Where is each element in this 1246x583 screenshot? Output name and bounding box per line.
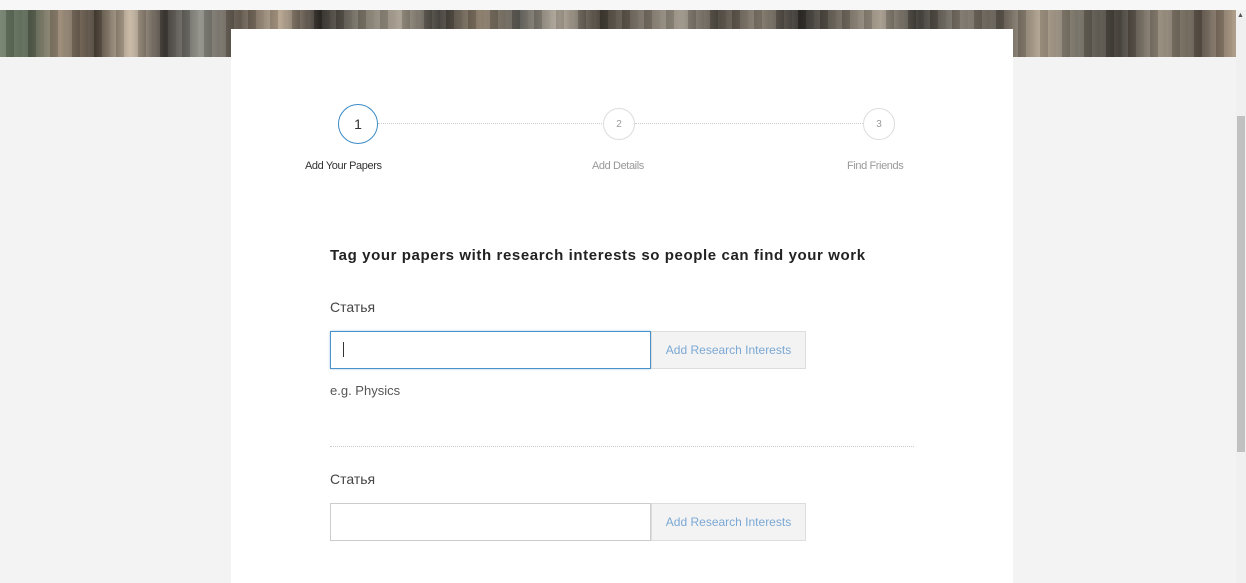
step-3-circle: 3 xyxy=(863,108,895,140)
scrollbar[interactable]: ▲ xyxy=(1236,10,1246,583)
top-bar xyxy=(0,0,1246,10)
divider xyxy=(330,446,914,447)
input-hint: e.g. Physics xyxy=(330,383,401,398)
research-interest-input[interactable] xyxy=(330,331,651,369)
step-1-label: Add Your Papers xyxy=(305,160,382,172)
step-connector xyxy=(635,123,863,124)
page-heading: Tag your papers with research interests … xyxy=(330,247,866,264)
add-research-interests-button[interactable]: Add Research Interests xyxy=(651,503,806,541)
research-interest-input[interactable] xyxy=(330,503,651,541)
scrollbar-thumb[interactable] xyxy=(1237,116,1245,452)
step-connector xyxy=(378,123,604,124)
text-caret xyxy=(343,342,344,357)
paper-title: Статья xyxy=(330,471,376,487)
onboarding-card: 1 2 3 Add Your Papers Add Details Find F… xyxy=(231,29,1013,583)
step-1-circle: 1 xyxy=(338,104,378,144)
step-2-label: Add Details xyxy=(592,160,644,172)
step-3-label: Find Friends xyxy=(847,160,904,172)
paper-title: Статья xyxy=(330,299,376,315)
step-2-circle: 2 xyxy=(603,108,635,140)
scroll-up-arrow-icon[interactable]: ▲ xyxy=(1237,12,1244,19)
add-research-interests-button[interactable]: Add Research Interests xyxy=(651,331,806,369)
